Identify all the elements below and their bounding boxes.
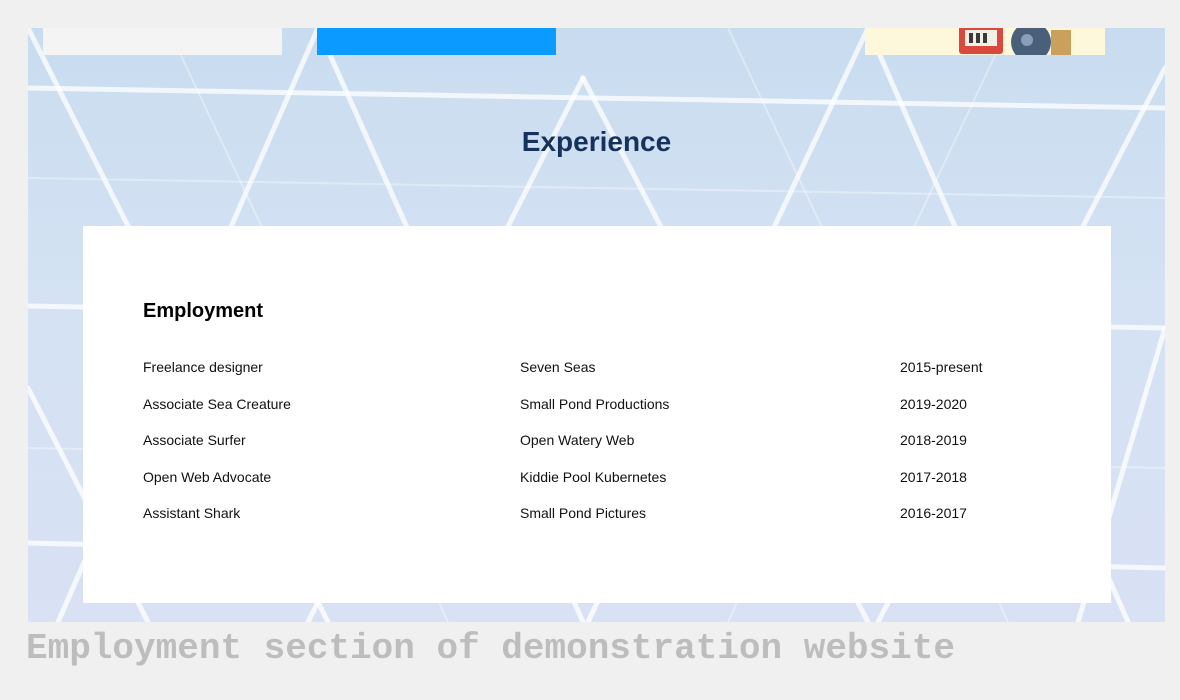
job-company: Open Watery Web bbox=[520, 432, 635, 448]
job-role: Assistant Shark bbox=[143, 505, 241, 521]
job-years: 2017-2018 bbox=[900, 468, 967, 485]
job-role: Associate Surfer bbox=[143, 432, 246, 448]
job-role: Freelance designer bbox=[143, 359, 263, 375]
employment-row: Associate Sea Creature Small Pond Produc… bbox=[143, 396, 1093, 433]
job-company: Kiddie Pool Kubernetes bbox=[520, 468, 667, 485]
job-role: Associate Sea Creature bbox=[143, 395, 291, 412]
job-years: 2015-present bbox=[900, 359, 983, 375]
employment-row: Associate Surfer Open Watery Web 2018-20… bbox=[143, 432, 1093, 469]
project-thumbnail-1[interactable] bbox=[43, 28, 282, 55]
job-company: Seven Seas bbox=[520, 359, 596, 375]
section-title: Experience bbox=[521, 126, 672, 157]
job-company: Small Pond Productions bbox=[520, 395, 670, 412]
employment-card: Employment Freelance designer Seven Seas… bbox=[83, 226, 1111, 603]
project-thumbnail-2[interactable] bbox=[317, 28, 556, 55]
project-thumbnail-3[interactable] bbox=[865, 28, 1105, 55]
screenshot-caption: Employment section of demonstration webs… bbox=[26, 628, 955, 669]
employment-row: Open Web Advocate Kiddie Pool Kubernetes… bbox=[143, 469, 1093, 506]
experience-hero: Experience Employment Freelance designer… bbox=[28, 28, 1165, 622]
job-years: 2016-2017 bbox=[900, 505, 967, 521]
employment-list: Freelance designer Seven Seas 2015-prese… bbox=[143, 359, 1093, 542]
illustration-image bbox=[955, 28, 1075, 55]
job-company: Small Pond Pictures bbox=[520, 505, 647, 521]
job-years: 2018-2019 bbox=[900, 432, 967, 448]
employment-heading: Employment bbox=[143, 300, 264, 322]
employment-row: Assistant Shark Small Pond Pictures 2016… bbox=[143, 505, 1093, 542]
employment-row: Freelance designer Seven Seas 2015-prese… bbox=[143, 359, 1093, 396]
job-years: 2019-2020 bbox=[900, 395, 967, 412]
job-role: Open Web Advocate bbox=[143, 468, 272, 485]
